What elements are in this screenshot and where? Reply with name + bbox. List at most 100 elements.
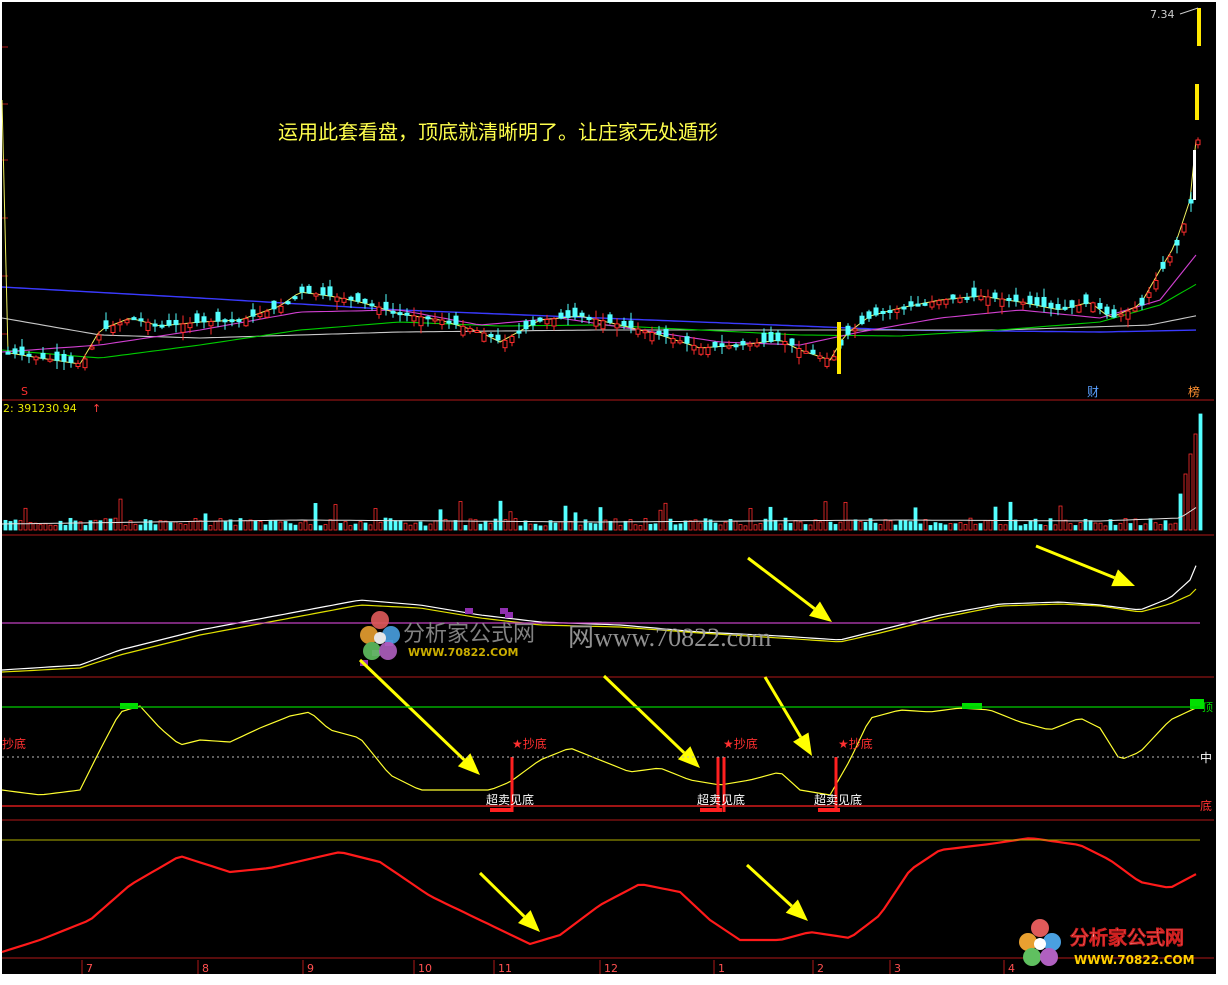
volume-bar-99	[498, 500, 503, 531]
volume-bar-222	[1113, 524, 1118, 531]
candle-body-120	[845, 325, 851, 335]
candle-body-56	[397, 312, 403, 316]
candle-body-70	[495, 334, 501, 341]
candle-body-34	[243, 318, 249, 327]
candle-body-60	[425, 316, 431, 320]
volume-bar-71	[358, 521, 363, 531]
volume-bar-96	[483, 520, 488, 531]
corner-brand: 分析家公式网	[1070, 926, 1184, 949]
volume-bar-80	[403, 522, 408, 531]
volume-bar-183	[918, 523, 923, 531]
corner-url: WWW.70822.COM	[1074, 953, 1195, 967]
candle-body-160	[1125, 310, 1131, 320]
candle-body-6	[47, 358, 53, 362]
month-label-2: 2	[817, 962, 824, 975]
candle-body-52	[369, 303, 375, 307]
volume-bar-104	[523, 520, 528, 531]
volume-bar-234	[1173, 522, 1178, 531]
volume-bar-204	[1023, 524, 1028, 531]
volume-arrow-icon: ↑	[92, 402, 101, 415]
volume-bar-161	[808, 524, 813, 531]
candle-body-42	[299, 286, 305, 293]
candle-body-81	[572, 307, 578, 318]
candle-body-4	[33, 356, 39, 361]
volume-bar-78	[393, 520, 398, 531]
candle-body-58	[411, 315, 417, 322]
candle-body-163	[1146, 292, 1152, 298]
volume-bar-227	[1138, 525, 1143, 531]
volume-bar-102	[513, 518, 518, 531]
volume-bar-237	[1188, 453, 1193, 531]
candle-body-141	[992, 292, 998, 299]
signal-buy-2: ★抄底	[723, 736, 758, 751]
volume-bar-225	[1128, 523, 1133, 531]
volume-bar-169	[848, 519, 853, 531]
signal-oversold-2: 超卖见底	[697, 792, 745, 807]
candle-body-125	[880, 310, 886, 314]
volume-bar-153	[768, 506, 773, 531]
volume-bar-84	[423, 525, 428, 531]
candle-body-44	[313, 293, 319, 297]
bang-badge[interactable]: 榜	[1188, 384, 1200, 399]
volume-bar-115	[578, 524, 583, 531]
osc-bottom-label: 底	[1200, 798, 1212, 813]
volume-bar-55	[278, 521, 283, 531]
candle-body-151	[1062, 306, 1068, 310]
volume-bar-61	[308, 524, 313, 531]
candle-body-43	[306, 285, 312, 294]
volume-bar-39	[198, 520, 203, 531]
cai-badge[interactable]: 财	[1087, 385, 1099, 399]
candle-body-18	[131, 317, 137, 321]
candle-body-59	[418, 316, 424, 327]
volume-bar-89	[448, 520, 453, 531]
candle-body-103	[726, 345, 732, 349]
candle-body-169	[1188, 199, 1194, 204]
volume-bar-13	[68, 517, 73, 531]
candle-body-73	[516, 330, 522, 334]
volume-bar-3	[18, 520, 23, 531]
volume-bar-123	[618, 524, 623, 531]
volume-bar-37	[188, 520, 193, 531]
volume-bar-208	[1043, 525, 1048, 531]
candle-body-65	[460, 325, 466, 336]
volume-bar-212	[1063, 519, 1068, 531]
volume-bar-226	[1133, 518, 1138, 531]
volume-bar-188	[943, 524, 948, 531]
volume-bar-103	[518, 525, 523, 531]
volume-bar-107	[538, 525, 543, 531]
candle-body-68	[481, 332, 487, 342]
candle-body-72	[509, 336, 515, 343]
candle-body-88	[621, 320, 627, 327]
volume-bar-48	[243, 520, 248, 531]
osc-top-label: 顶	[1202, 701, 1213, 714]
volume-bar-47	[238, 518, 243, 531]
candle-body-19	[138, 318, 144, 322]
price-label: 7.34	[1150, 8, 1175, 21]
candle-body-7	[54, 351, 60, 361]
candle-body-47	[334, 296, 340, 302]
volume-bar-187	[938, 523, 943, 531]
volume-bar-221	[1108, 519, 1113, 531]
volume-bar-67	[338, 523, 343, 531]
signal-oversold-1: 超卖见底	[486, 792, 534, 807]
volume-bar-79	[398, 520, 403, 531]
candle-body-170	[1195, 139, 1201, 146]
volume-bar-192	[963, 524, 968, 531]
candle-body-77	[544, 319, 550, 325]
month-label-12: 12	[604, 962, 618, 975]
candle-body-123	[866, 311, 872, 319]
candle-body-108	[761, 332, 767, 343]
volume-bar-130	[653, 523, 658, 531]
candle-body-28	[201, 316, 207, 323]
candle-body-41	[292, 296, 298, 300]
volume-bar-160	[803, 524, 808, 531]
volume-bar-64	[323, 524, 328, 531]
candle-body-144	[1013, 294, 1019, 302]
corner-logo: 分析家公式网 WWW.70822.COM	[1019, 919, 1195, 967]
candle-body-113	[796, 348, 802, 358]
volume-bar-131	[658, 509, 663, 531]
candle-body-147	[1034, 297, 1040, 306]
volume-bar-57	[288, 523, 293, 531]
volume-bar-68	[343, 521, 348, 531]
candle-body-23	[166, 320, 172, 326]
